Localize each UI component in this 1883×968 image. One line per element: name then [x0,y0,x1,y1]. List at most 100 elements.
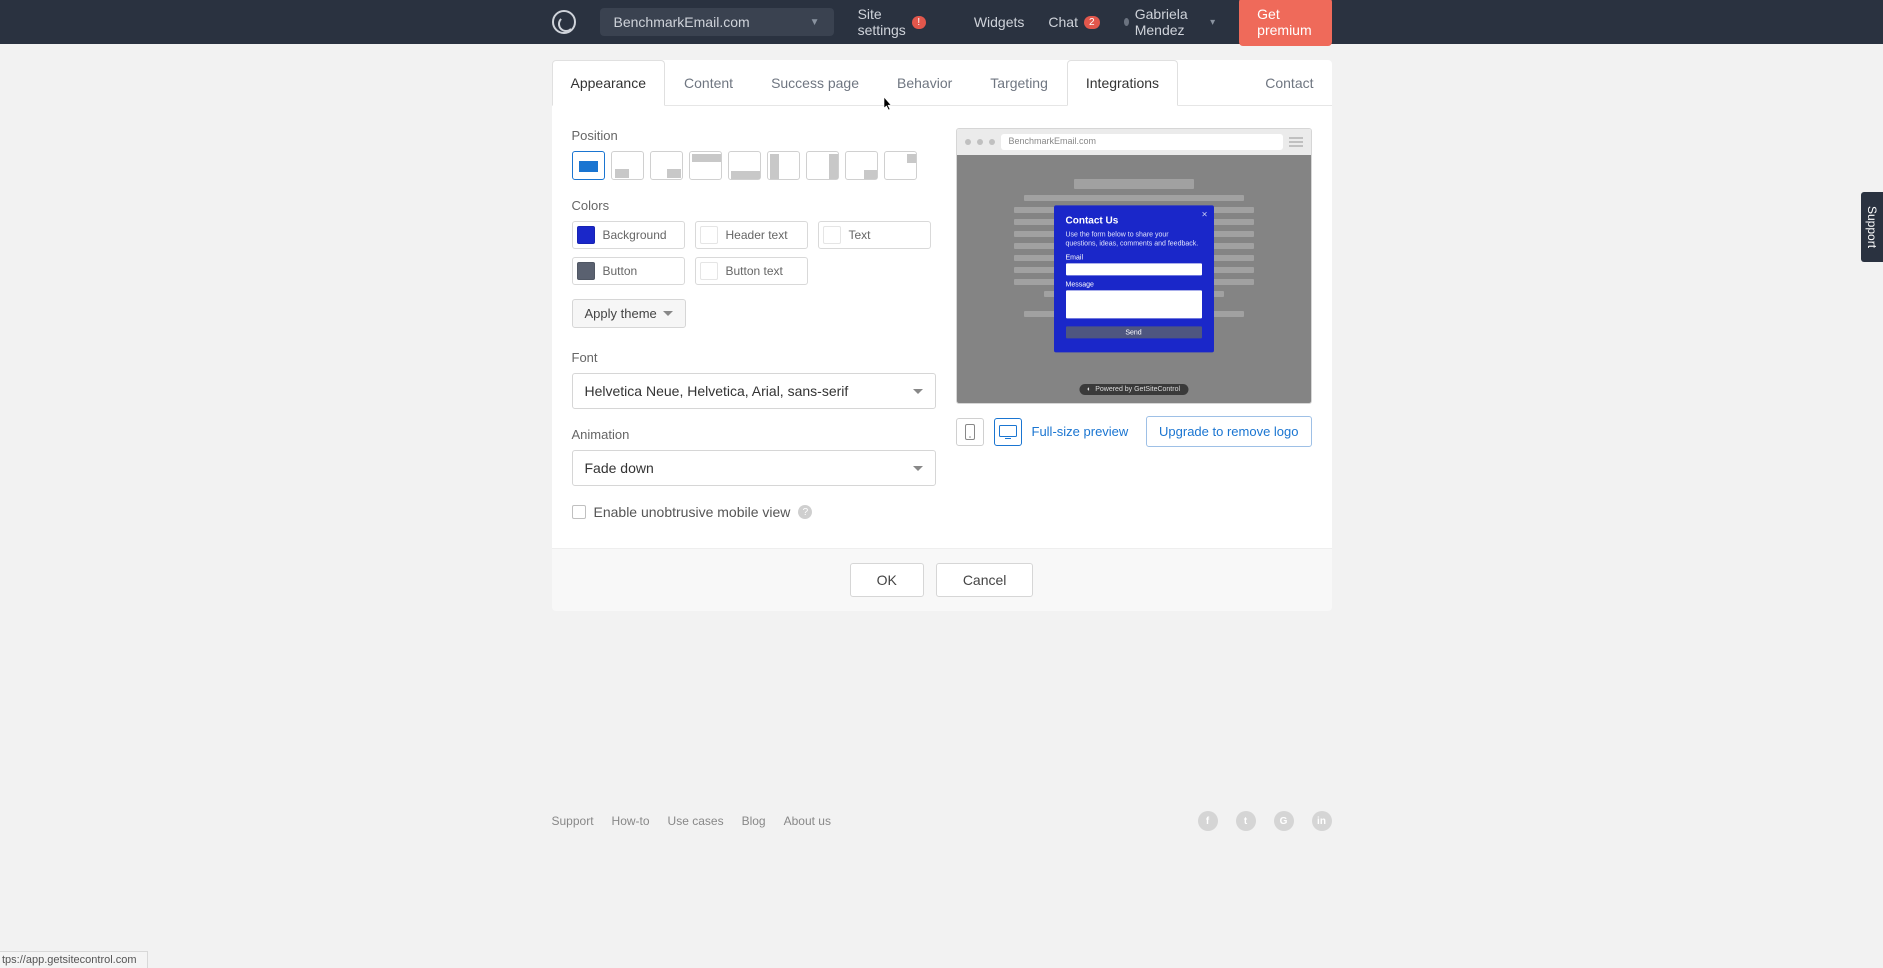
tab-integrations[interactable]: Integrations [1067,60,1178,106]
position-option-2[interactable] [650,151,683,180]
position-option-0[interactable] [572,151,605,180]
color-label: Background [603,228,667,242]
window-dot-icon [977,139,983,145]
chevron-down-icon [913,389,923,394]
twitter-icon[interactable]: t [1236,811,1256,831]
site-dropdown-label: BenchmarkEmail.com [614,14,750,30]
app-logo-icon [552,10,576,34]
preview-widget-subtitle: Use the form below to share your questio… [1066,230,1202,248]
desktop-preview-button[interactable] [994,418,1022,446]
mobile-view-label: Enable unobtrusive mobile view [594,504,791,520]
color-swatch [577,262,595,280]
preview-watermark: Powered by GetSiteControl [1079,384,1188,395]
mobile-icon [965,424,975,440]
google-plus-icon[interactable]: G [1274,811,1294,831]
get-premium-label: Get premium [1257,6,1311,38]
appearance-settings: Position Colors Background Header text Tex… [572,128,936,520]
tab-success-page[interactable]: Success page [752,60,878,105]
footer-link[interactable]: Support [552,814,594,828]
position-option-5[interactable] [767,151,800,180]
color-picker-text[interactable]: Text [818,221,931,249]
position-option-7[interactable] [845,151,878,180]
facebook-icon[interactable]: f [1198,811,1218,831]
help-icon[interactable]: ? [798,505,812,519]
animation-label: Animation [572,427,936,442]
chevron-down-icon: ▼ [810,17,820,28]
full-size-preview-link[interactable]: Full-size preview [1032,424,1129,439]
position-option-8[interactable] [884,151,917,180]
preview-browser-chrome: BenchmarkEmail.com [957,129,1311,155]
font-value: Helvetica Neue, Helvetica, Arial, sans-s… [585,383,849,399]
color-picker-button[interactable]: Button [572,257,685,285]
footer-link[interactable]: Blog [742,814,766,828]
footer-link[interactable]: Use cases [668,814,724,828]
tab-targeting[interactable]: Targeting [971,60,1067,105]
color-picker-button-text[interactable]: Button text [695,257,808,285]
colors-label: Colors [572,198,936,213]
chat-link[interactable]: Chat 2 [1048,14,1099,30]
mobile-view-checkbox[interactable] [572,505,586,519]
chevron-down-icon: ▾ [1210,17,1215,28]
color-picker-background[interactable]: Background [572,221,685,249]
widgets-label: Widgets [974,14,1025,30]
animation-value: Fade down [585,460,654,476]
tab-content[interactable]: Content [665,60,752,105]
menu-icon [1289,137,1303,147]
chat-label: Chat [1048,14,1078,30]
position-option-3[interactable] [689,151,722,180]
font-label: Font [572,350,936,365]
position-options [572,151,936,180]
color-picker-header-text[interactable]: Header text [695,221,808,249]
preview-body: × Contact Us Use the form below to share… [957,155,1311,403]
color-pickers: Background Header text Text Button Button te… [572,221,936,285]
tabs: Appearance Content Success page Behavior… [552,60,1332,106]
window-dot-icon [965,139,971,145]
preview-message-input [1066,291,1202,319]
preview-email-label: Email [1066,255,1202,262]
linkedin-icon[interactable]: in [1312,811,1332,831]
browser-status-bar: tps://app.getsitecontrol.com [0,951,148,968]
footer-link[interactable]: About us [784,814,831,828]
upgrade-remove-logo-button[interactable]: Upgrade to remove logo [1146,416,1311,447]
widgets-link[interactable]: Widgets [974,14,1025,30]
support-tab[interactable]: Support [1861,192,1883,262]
position-option-6[interactable] [806,151,839,180]
mobile-preview-button[interactable] [956,418,984,446]
ok-button[interactable]: OK [850,563,924,597]
preview-panel: BenchmarkEmail.com [956,128,1312,520]
preview-widget: × Contact Us Use the form below to share… [1054,205,1214,352]
tab-behavior[interactable]: Behavior [878,60,971,105]
color-label: Button [603,264,638,278]
user-name: Gabriela Mendez [1135,6,1204,38]
chevron-down-icon [913,466,923,471]
apply-theme-button[interactable]: Apply theme [572,299,686,328]
site-settings-link[interactable]: Site settings ! [858,6,926,38]
font-select[interactable]: Helvetica Neue, Helvetica, Arial, sans-s… [572,373,936,409]
color-label: Header text [726,228,788,242]
editor-card: Appearance Content Success page Behavior… [552,60,1332,611]
color-label: Text [849,228,871,242]
alert-badge: ! [912,16,926,29]
footer-link[interactable]: How-to [612,814,650,828]
close-icon: × [1202,209,1208,220]
topbar: BenchmarkEmail.com ▼ Site settings ! Wid… [0,0,1883,44]
preview-send-button: Send [1066,327,1202,339]
actions-bar: OK Cancel [552,548,1332,611]
position-label: Position [572,128,936,143]
site-dropdown[interactable]: BenchmarkEmail.com ▼ [600,8,834,36]
position-option-1[interactable] [611,151,644,180]
site-settings-label: Site settings [858,6,906,38]
animation-select[interactable]: Fade down [572,450,936,486]
chevron-down-icon [663,311,673,316]
user-menu[interactable]: Gabriela Mendez ▾ [1124,6,1216,38]
tab-appearance[interactable]: Appearance [552,60,666,106]
chat-count-badge: 2 [1084,16,1100,29]
get-premium-button[interactable]: Get premium [1239,0,1331,46]
preview-message-label: Message [1066,282,1202,289]
position-option-4[interactable] [728,151,761,180]
preview-toolbar: Full-size preview Upgrade to remove logo [956,416,1312,447]
preview-frame: BenchmarkEmail.com [956,128,1312,404]
cancel-button[interactable]: Cancel [936,563,1034,597]
color-label: Button text [726,264,783,278]
window-dot-icon [989,139,995,145]
